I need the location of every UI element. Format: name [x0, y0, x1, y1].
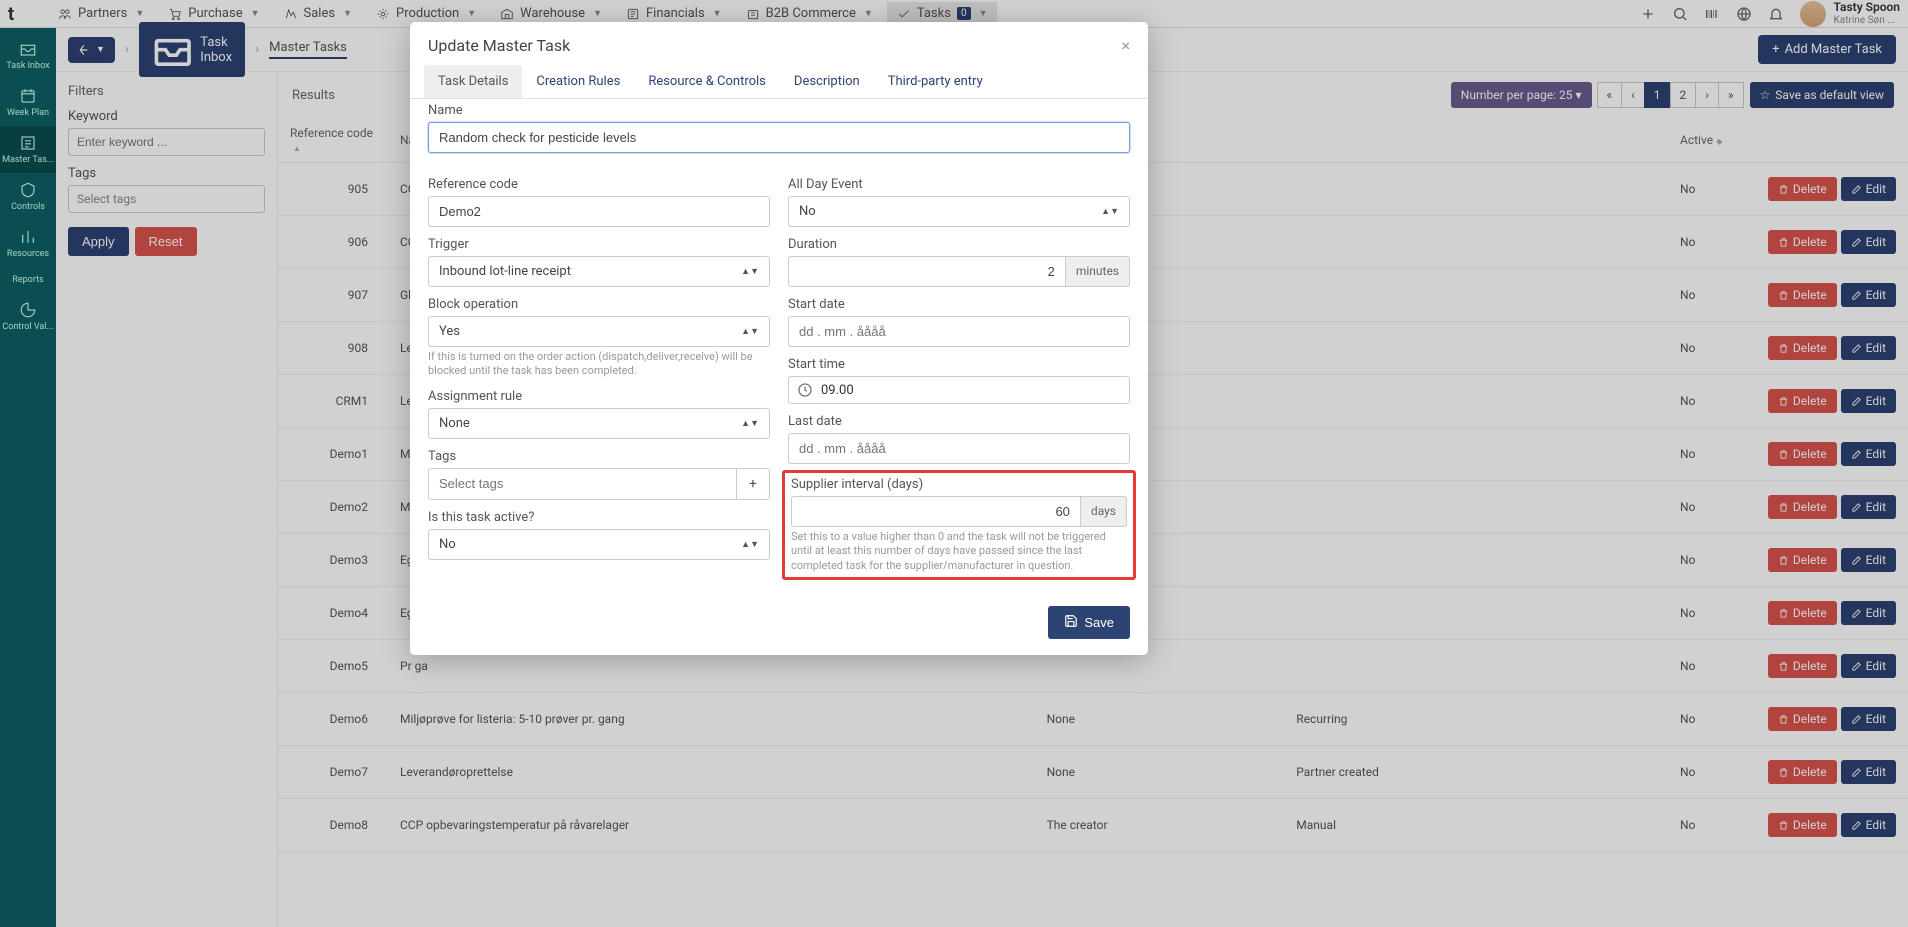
- clock-icon: [797, 382, 813, 398]
- tab-third-party-entry[interactable]: Third-party entry: [874, 65, 997, 98]
- update-task-modal: Update Master Task × Task DetailsCreatio…: [410, 22, 1148, 655]
- modal-tags-label: Tags: [428, 449, 770, 464]
- last-date-label: Last date: [788, 414, 1130, 429]
- active-label: Is this task active?: [428, 510, 770, 525]
- save-button[interactable]: Save: [1048, 606, 1130, 639]
- tab-description[interactable]: Description: [780, 65, 874, 98]
- block-select[interactable]: Yes▲▼: [428, 316, 770, 347]
- name-input[interactable]: [428, 122, 1130, 153]
- start-time-input[interactable]: 09.00: [788, 376, 1130, 404]
- active-select[interactable]: No▲▼: [428, 529, 770, 560]
- assignment-select[interactable]: None▲▼: [428, 408, 770, 439]
- start-time-label: Start time: [788, 357, 1130, 372]
- tab-task-details[interactable]: Task Details: [424, 65, 522, 98]
- supplier-unit: days: [1081, 496, 1127, 527]
- last-date-input[interactable]: [788, 433, 1130, 464]
- tab-creation-rules[interactable]: Creation Rules: [522, 65, 634, 98]
- supplier-help: Set this to a value higher than 0 and th…: [791, 530, 1127, 573]
- reference-label: Reference code: [428, 177, 770, 192]
- start-date-label: Start date: [788, 297, 1130, 312]
- add-tag-button[interactable]: +: [737, 468, 770, 500]
- trigger-label: Trigger: [428, 237, 770, 252]
- block-help: If this is turned on the order action (d…: [428, 350, 770, 379]
- start-date-input[interactable]: [788, 316, 1130, 347]
- allday-label: All Day Event: [788, 177, 1130, 192]
- block-label: Block operation: [428, 297, 770, 312]
- supplier-input[interactable]: [791, 496, 1081, 527]
- supplier-label: Supplier interval (days): [791, 477, 1127, 492]
- trigger-select[interactable]: Inbound lot-line receipt▲▼: [428, 256, 770, 287]
- assignment-label: Assignment rule: [428, 389, 770, 404]
- allday-select[interactable]: No▲▼: [788, 196, 1130, 227]
- modal-title: Update Master Task: [428, 36, 570, 55]
- modal-overlay: Update Master Task × Task DetailsCreatio…: [0, 0, 1908, 927]
- reference-input[interactable]: [428, 196, 770, 227]
- supplier-interval-highlight: Supplier interval (days) days Set this t…: [782, 470, 1136, 580]
- tab-resource---controls[interactable]: Resource & Controls: [634, 65, 780, 98]
- name-label: Name: [428, 103, 1130, 118]
- modal-tags-input[interactable]: [428, 468, 737, 500]
- save-icon: [1064, 614, 1078, 631]
- duration-input[interactable]: [788, 256, 1066, 287]
- duration-label: Duration: [788, 237, 1130, 252]
- duration-unit: minutes: [1066, 256, 1130, 287]
- close-icon[interactable]: ×: [1121, 36, 1130, 55]
